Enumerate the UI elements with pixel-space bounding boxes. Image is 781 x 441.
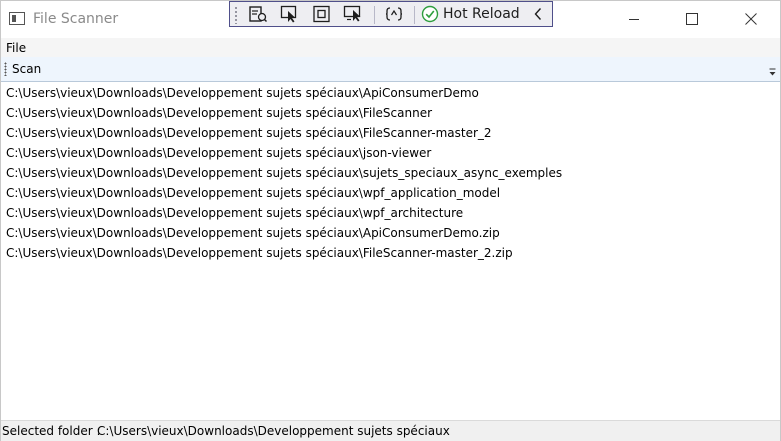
close-button[interactable] bbox=[728, 1, 774, 37]
minimize-button[interactable] bbox=[611, 1, 657, 37]
collapse-toolbar-button[interactable] bbox=[528, 4, 548, 24]
app-window: File Scanner Hot Reload File Scan C:\Use… bbox=[0, 0, 781, 441]
binding-failures-icon bbox=[385, 7, 403, 21]
toolbar: Scan bbox=[1, 57, 780, 82]
list-item[interactable]: C:\Users\vieux\Downloads\Developpement s… bbox=[1, 143, 780, 163]
list-item[interactable]: C:\Users\vieux\Downloads\Developpement s… bbox=[1, 203, 780, 223]
toolbar-grip[interactable] bbox=[234, 6, 238, 24]
select-element-icon bbox=[280, 5, 297, 23]
maximize-icon bbox=[686, 13, 698, 25]
list-item[interactable]: C:\Users\vieux\Downloads\Developpement s… bbox=[1, 163, 780, 183]
xaml-runtime-toolbar: Hot Reload bbox=[229, 1, 553, 27]
maximize-button[interactable] bbox=[669, 1, 715, 37]
hot-reload-label: Hot Reload bbox=[443, 6, 520, 22]
list-item[interactable]: C:\Users\vieux\Downloads\Developpement s… bbox=[1, 243, 780, 263]
list-item[interactable]: C:\Users\vieux\Downloads\Developpement s… bbox=[1, 223, 780, 243]
binding-failures-button[interactable] bbox=[382, 4, 406, 24]
hot-reload-check-icon bbox=[421, 5, 439, 23]
display-layout-adorners-button[interactable] bbox=[310, 4, 334, 24]
list-item[interactable]: C:\Users\vieux\Downloads\Developpement s… bbox=[1, 183, 780, 203]
menu-item-file[interactable]: File bbox=[6, 41, 26, 55]
app-icon bbox=[9, 12, 25, 25]
hot-reload-button[interactable]: Hot Reload bbox=[421, 4, 520, 24]
window-title: File Scanner bbox=[33, 11, 119, 27]
toolbar-separator bbox=[414, 6, 415, 24]
list-item[interactable]: C:\Users\vieux\Downloads\Developpement s… bbox=[1, 103, 780, 123]
menu-bar: File bbox=[1, 38, 780, 57]
minimize-icon bbox=[629, 19, 639, 20]
folder-list[interactable]: C:\Users\vieux\Downloads\Developpement s… bbox=[1, 83, 780, 418]
close-icon bbox=[745, 13, 757, 25]
collapse-chevron-icon bbox=[534, 8, 542, 20]
go-to-live-visual-tree-icon bbox=[249, 6, 268, 23]
go-to-live-visual-tree-button[interactable] bbox=[246, 4, 270, 24]
toolbar-overflow-icon[interactable] bbox=[769, 68, 776, 77]
status-bar: Selected folder : C:\Users\vieux\Downloa… bbox=[1, 420, 780, 441]
track-focused-element-icon bbox=[343, 5, 361, 22]
select-element-button[interactable] bbox=[278, 4, 302, 24]
selected-folder-label: Selected folder : bbox=[2, 424, 101, 438]
list-item[interactable]: C:\Users\vieux\Downloads\Developpement s… bbox=[1, 83, 780, 103]
track-focused-element-button[interactable] bbox=[342, 4, 366, 24]
toolbar-separator bbox=[374, 6, 375, 24]
toolbar-grip[interactable] bbox=[4, 62, 7, 76]
list-item[interactable]: C:\Users\vieux\Downloads\Developpement s… bbox=[1, 123, 780, 143]
selected-folder-value: C:\Users\vieux\Downloads\Developpement s… bbox=[97, 424, 450, 438]
scan-button[interactable]: Scan bbox=[12, 62, 41, 76]
display-layout-adorners-icon bbox=[313, 5, 330, 23]
